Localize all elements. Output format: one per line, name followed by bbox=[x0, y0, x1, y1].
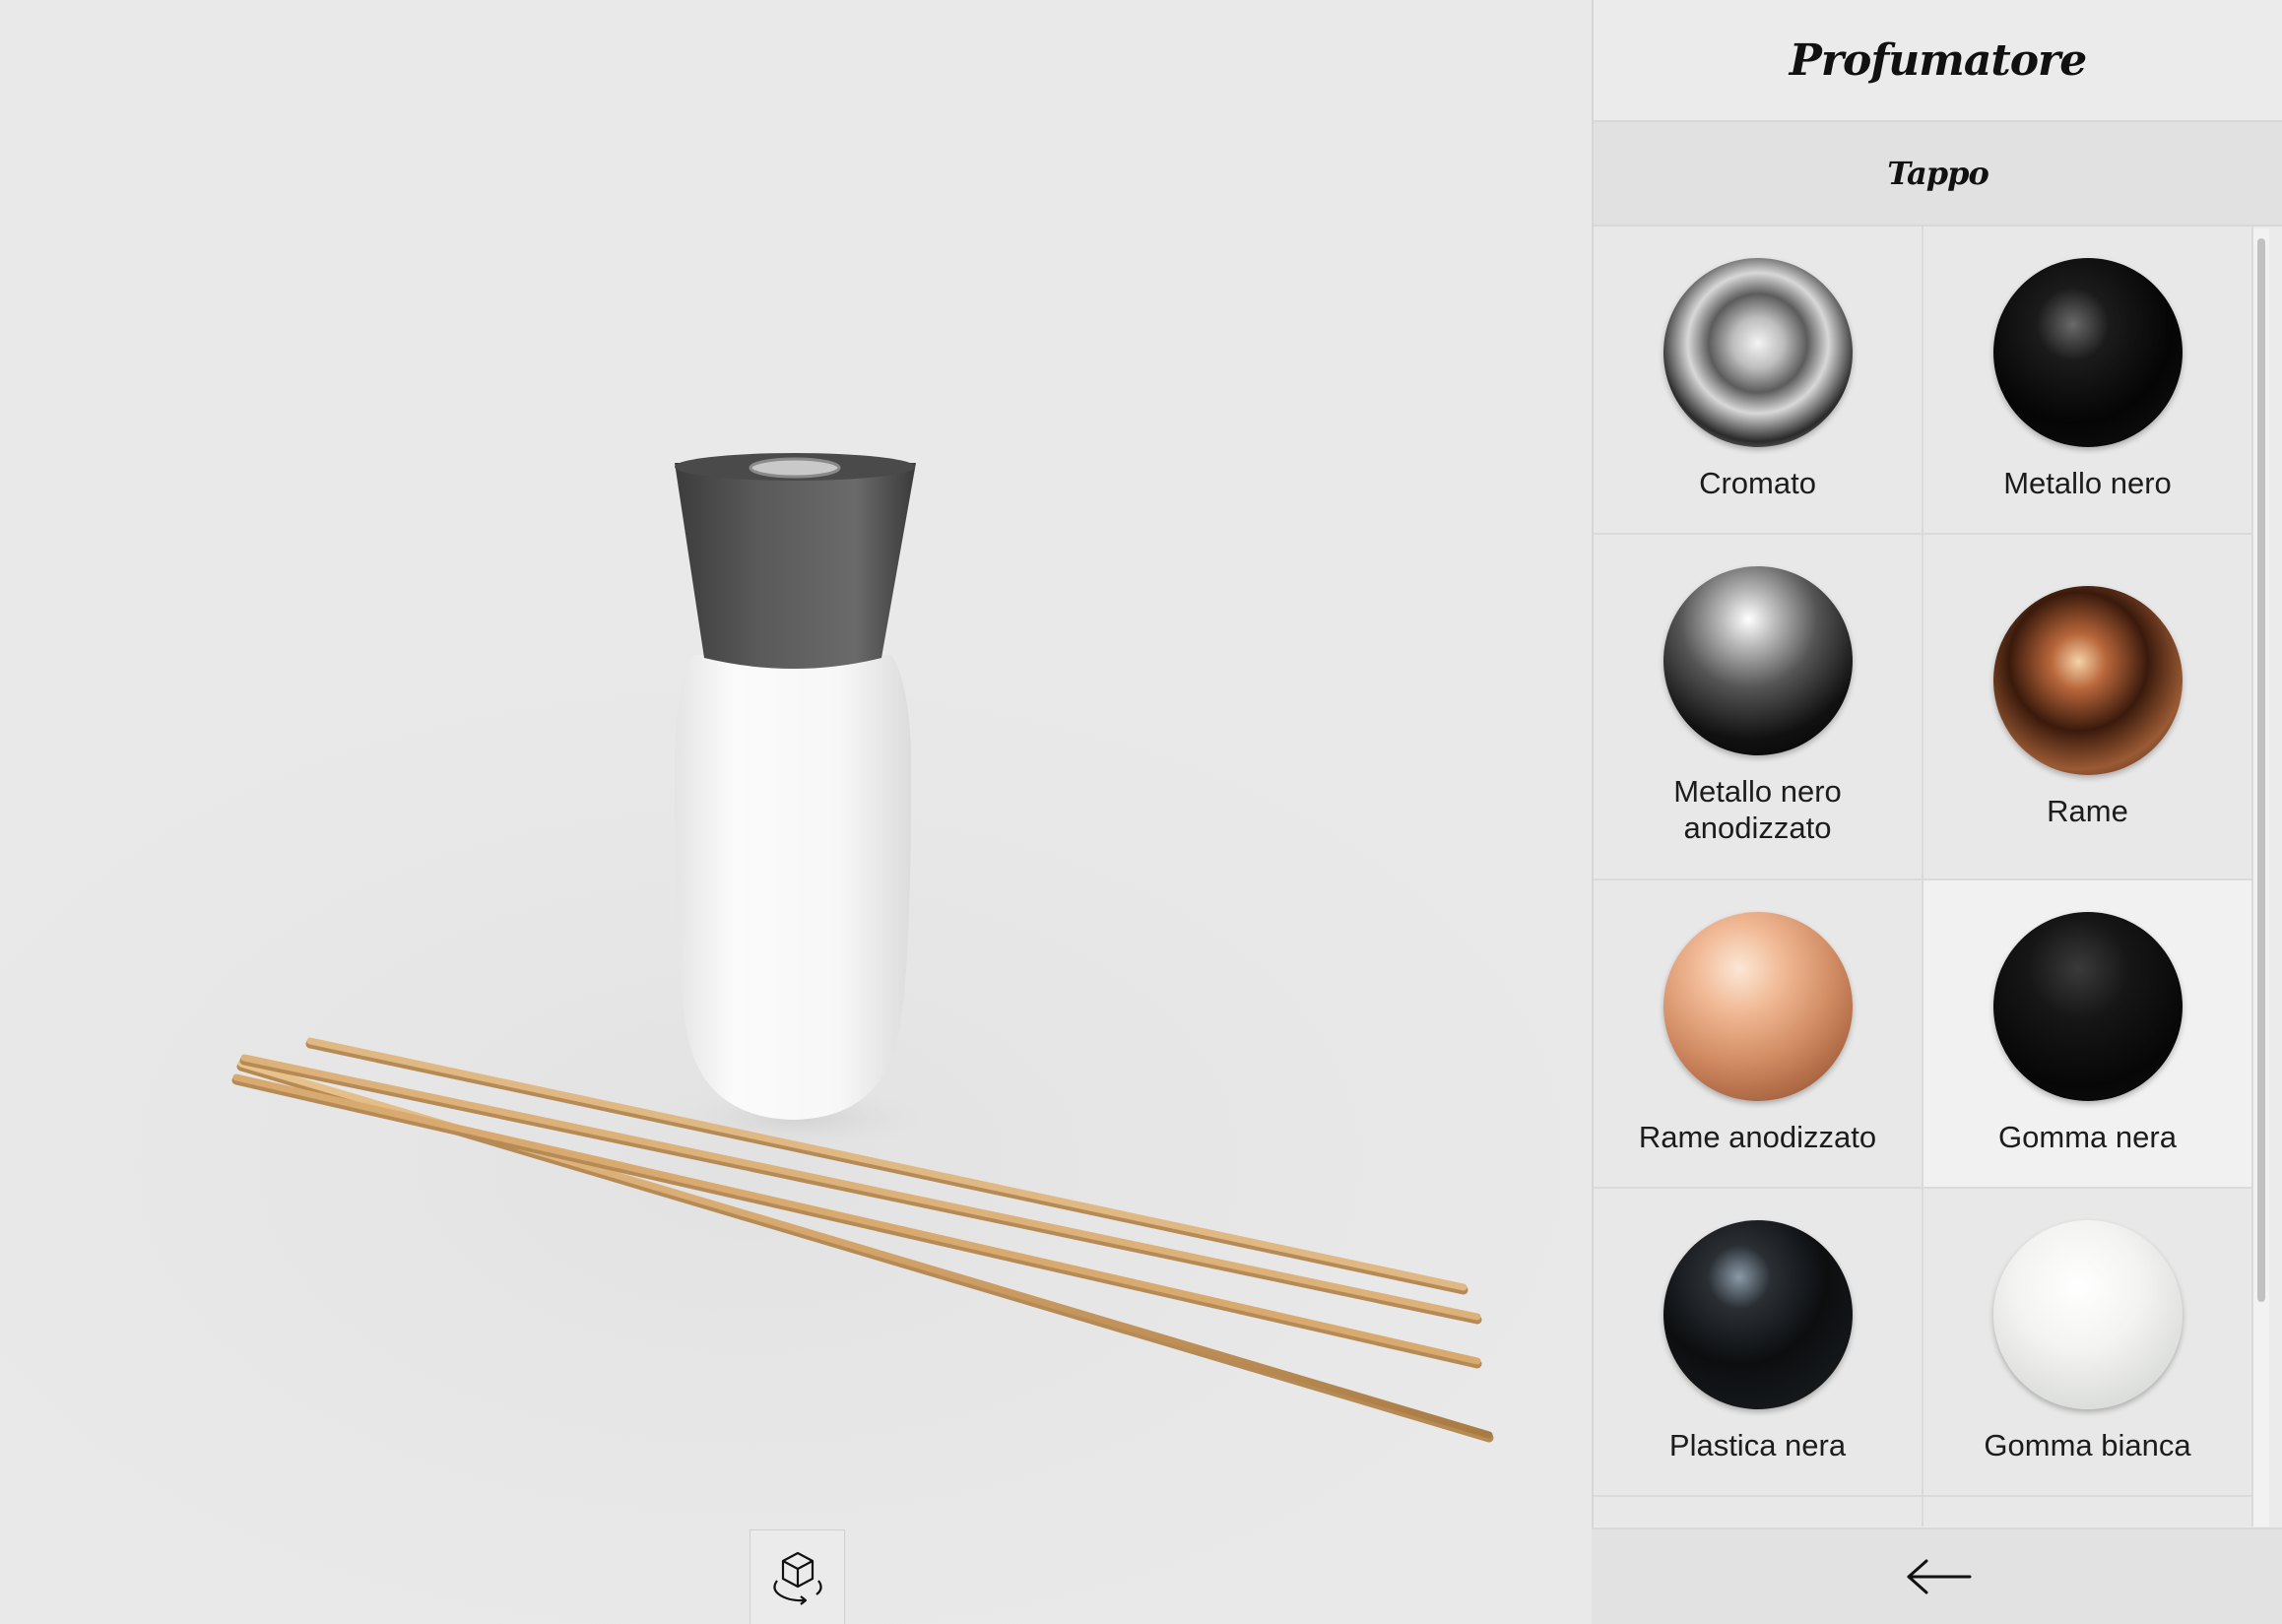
material-option[interactable]: Metallo nero bbox=[1923, 227, 2253, 535]
material-option[interactable]: Rame anodizzato bbox=[1594, 880, 1923, 1189]
arrow-left-icon bbox=[1907, 1559, 1972, 1594]
material-swatch-image bbox=[1992, 1220, 2183, 1409]
material-swatch-image bbox=[1992, 912, 2183, 1101]
product-render bbox=[231, 453, 1494, 1443]
material-swatch-image bbox=[1663, 566, 1853, 755]
material-option[interactable]: Gomma bianca bbox=[1923, 1189, 2253, 1497]
material-swatch-image bbox=[1992, 258, 2183, 447]
bottom-nav-bar bbox=[1592, 1527, 2282, 1624]
configurator-panel: Profumatore Tappo Cromato Metallo nero M… bbox=[1592, 0, 2282, 1624]
material-label: Metallo nero bbox=[2003, 466, 2172, 500]
ar-view-button[interactable] bbox=[750, 1529, 845, 1624]
section-tab-tappo[interactable]: Tappo bbox=[1594, 122, 2282, 227]
cap-hole bbox=[749, 457, 841, 479]
material-option-partial[interactable] bbox=[1923, 1497, 2253, 1527]
material-label: Metallo nero anodizzato bbox=[1673, 774, 1842, 845]
material-list[interactable]: Cromato Metallo nero Metallo nero anodiz… bbox=[1594, 227, 2282, 1527]
material-swatch-image bbox=[1663, 912, 1853, 1101]
material-option[interactable]: Cromato bbox=[1594, 227, 1923, 535]
material-swatch-image bbox=[1663, 1220, 1853, 1409]
cube-rotate-icon bbox=[772, 1551, 822, 1605]
material-label: Rame anodizzato bbox=[1638, 1120, 1877, 1154]
scrollbar-thumb[interactable] bbox=[2257, 238, 2265, 1302]
material-label: Gomma bianca bbox=[1984, 1428, 2191, 1462]
material-swatch-image bbox=[1663, 258, 1853, 447]
material-label: Cromato bbox=[1699, 466, 1816, 500]
material-label: Plastica nera bbox=[1668, 1428, 1847, 1462]
material-option-selected[interactable]: Gomma nera bbox=[1923, 880, 2253, 1189]
material-label: Gomma nera bbox=[1998, 1120, 2177, 1154]
material-list-scrollbar[interactable] bbox=[2253, 228, 2269, 1527]
panel-title: Profumatore bbox=[1594, 0, 2282, 122]
material-option[interactable]: Rame bbox=[1923, 535, 2253, 880]
bottle-body bbox=[675, 655, 911, 1120]
back-button[interactable] bbox=[1890, 1547, 1989, 1606]
material-swatch-image bbox=[1992, 586, 2183, 775]
bottle-cap bbox=[675, 463, 916, 669]
material-option[interactable]: Metallo nero anodizzato bbox=[1594, 535, 1923, 880]
material-option[interactable]: Plastica nera bbox=[1594, 1189, 1923, 1497]
product-3d-viewer[interactable] bbox=[0, 0, 1592, 1624]
material-label: Rame bbox=[2047, 794, 2128, 828]
material-option-partial[interactable] bbox=[1594, 1497, 1923, 1527]
